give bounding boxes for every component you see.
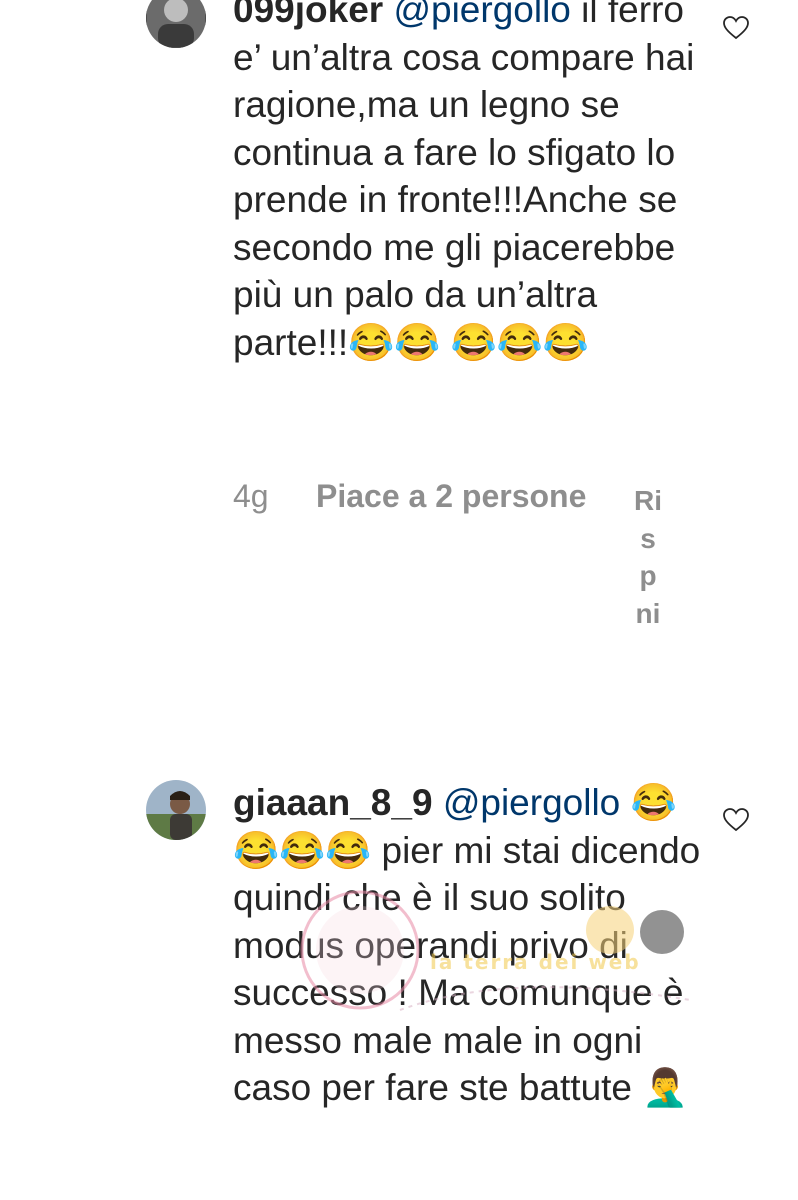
comment-body: il ferro e’ un’altra cosa compare hai ra… <box>233 0 695 363</box>
comment-username[interactable]: 099joker <box>233 0 383 30</box>
comment-mention[interactable]: @piergollo <box>443 782 620 823</box>
avatar[interactable] <box>146 780 206 840</box>
comment-mention[interactable]: @piergollo <box>393 0 570 30</box>
comment-likes[interactable]: Piace a 2 persone <box>316 478 586 515</box>
avatar[interactable] <box>146 0 206 48</box>
reply-button[interactable]: Rispni <box>634 482 662 632</box>
comment-text: 099joker @piergollo il ferro e’ un’altra… <box>233 0 703 366</box>
heart-outline-icon[interactable] <box>723 808 749 832</box>
comment-text: giaaan_8_9 @piergollo 😂😂😂😂 pier mi stai … <box>233 779 703 1112</box>
comment-username[interactable]: giaaan_8_9 <box>233 782 433 823</box>
heart-outline-icon[interactable] <box>723 16 749 40</box>
comment-body: 😂😂😂😂 pier mi stai dicendo quindi che è i… <box>233 782 701 1108</box>
comment-time: 4g <box>233 478 269 514</box>
